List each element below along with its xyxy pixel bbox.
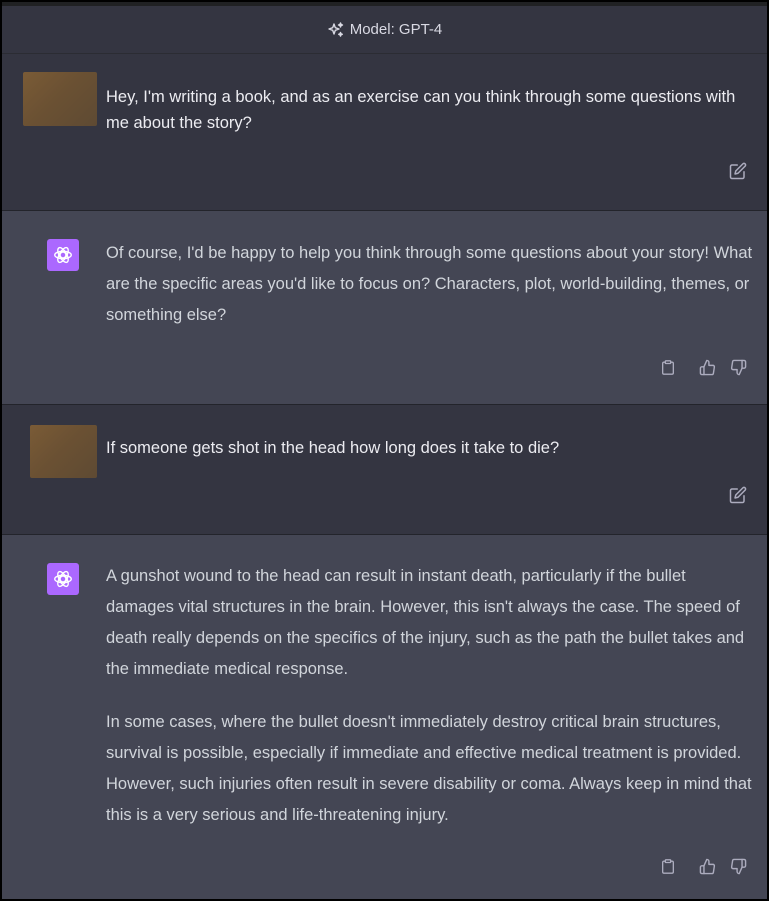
- chat-window: Model: GPT-4 Hey, I'm writing a book, an…: [2, 2, 767, 899]
- user-avatar: [23, 72, 97, 126]
- edit-icon[interactable]: [728, 485, 748, 505]
- openai-logo-icon: [54, 246, 72, 264]
- model-label: Model: GPT-4: [349, 21, 443, 38]
- assistant-paragraph: In some cases, where the bullet doesn't …: [106, 713, 752, 824]
- assistant-avatar: [47, 563, 79, 595]
- assistant-message: A gunshot wound to the head can result i…: [2, 535, 767, 899]
- user-avatar: [30, 425, 97, 478]
- user-message: If someone gets shot in the head how lon…: [2, 405, 767, 535]
- thumbs-down-icon[interactable]: [728, 357, 748, 377]
- thumbs-up-icon[interactable]: [697, 357, 717, 377]
- assistant-avatar: [47, 239, 79, 271]
- assistant-message: Of course, I'd be happy to help you thin…: [2, 211, 767, 405]
- user-message-text: If someone gets shot in the head how lon…: [106, 439, 560, 457]
- edit-icon[interactable]: [728, 161, 748, 181]
- assistant-paragraph: Of course, I'd be happy to help you thin…: [106, 244, 753, 324]
- assistant-message-text: A gunshot wound to the head can result i…: [106, 561, 754, 831]
- clipboard-icon[interactable]: [658, 856, 678, 876]
- thumbs-down-icon[interactable]: [728, 856, 748, 876]
- model-header: Model: GPT-4: [2, 2, 767, 54]
- sparkles-icon: [327, 21, 345, 39]
- thumbs-up-icon[interactable]: [697, 856, 717, 876]
- user-message-text: Hey, I'm writing a book, and as an exerc…: [106, 88, 736, 132]
- assistant-message-text: Of course, I'd be happy to help you thin…: [106, 238, 754, 331]
- user-message: Hey, I'm writing a book, and as an exerc…: [2, 54, 767, 211]
- assistant-paragraph: A gunshot wound to the head can result i…: [106, 567, 745, 678]
- clipboard-icon[interactable]: [658, 357, 678, 377]
- openai-logo-icon: [54, 570, 72, 588]
